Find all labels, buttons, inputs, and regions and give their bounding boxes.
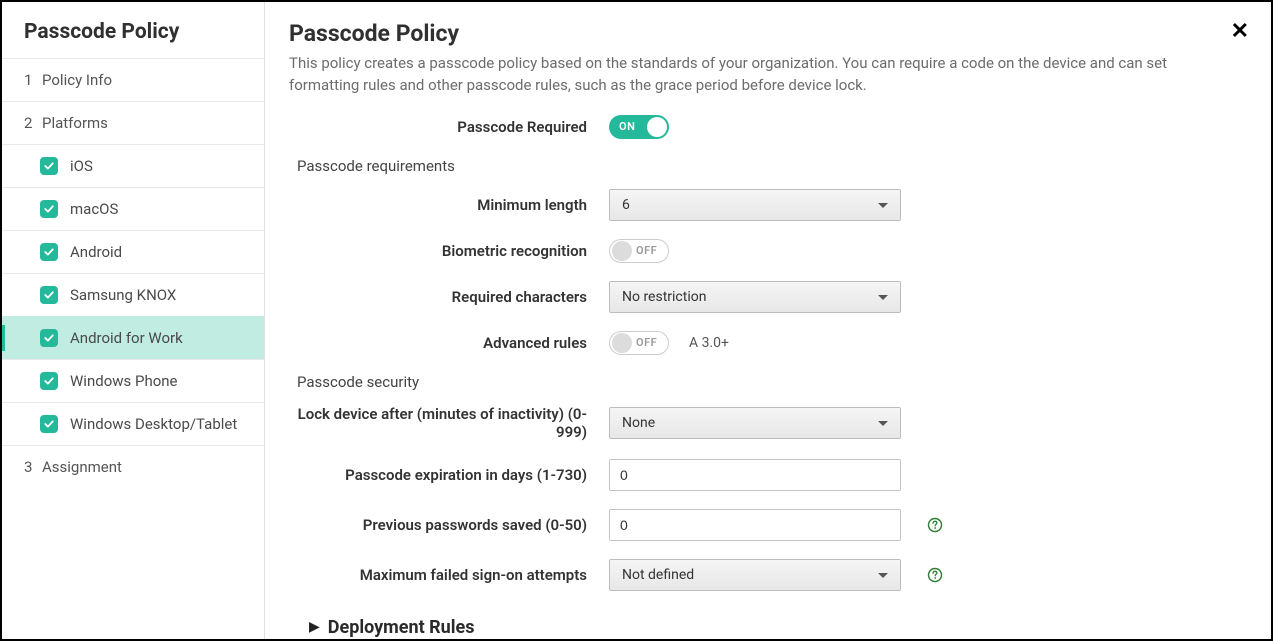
policy-editor: Passcode Policy 1 Policy Info 2 Platform… xyxy=(0,0,1273,641)
toggle-knob xyxy=(612,333,632,353)
deployment-rules-title: Deployment Rules xyxy=(328,617,475,638)
check-icon xyxy=(40,286,58,304)
platform-ios[interactable]: iOS xyxy=(2,144,264,187)
row-lock-after: Lock device after (minutes of inactivity… xyxy=(289,405,1247,441)
select-min-length[interactable]: 6 xyxy=(609,189,901,221)
label-lock-after: Lock device after (minutes of inactivity… xyxy=(289,405,609,441)
platform-label: macOS xyxy=(70,200,118,218)
label-biometric: Biometric recognition xyxy=(289,242,609,260)
platform-samsung-knox[interactable]: Samsung KNOX xyxy=(2,273,264,316)
step-label: Policy Info xyxy=(42,71,112,89)
platform-label: Windows Desktop/Tablet xyxy=(70,415,237,433)
check-icon xyxy=(40,415,58,433)
help-icon[interactable] xyxy=(927,517,943,533)
check-icon xyxy=(40,329,58,347)
step-number: 1 xyxy=(24,71,42,89)
close-button[interactable]: ✕ xyxy=(1231,18,1249,44)
select-value: No restriction xyxy=(622,289,706,305)
select-value: 6 xyxy=(622,197,630,213)
platform-label: Android xyxy=(70,243,122,261)
select-value: None xyxy=(622,415,655,431)
toggle-knob xyxy=(647,117,667,137)
step-number: 2 xyxy=(24,114,42,132)
label-expiration: Passcode expiration in days (1-730) xyxy=(289,466,609,484)
row-advanced: Advanced rules OFF A 3.0+ xyxy=(289,331,1247,355)
step-assignment[interactable]: 3 Assignment xyxy=(2,445,264,488)
toggle-passcode-required[interactable]: ON xyxy=(609,115,669,139)
select-required-chars[interactable]: No restriction xyxy=(609,281,901,313)
step-label: Assignment xyxy=(42,458,122,476)
toggle-state-label: OFF xyxy=(636,244,657,257)
toggle-state-label: OFF xyxy=(636,336,657,349)
label-required-chars: Required characters xyxy=(289,288,609,306)
deployment-rules-header[interactable]: ▶ Deployment Rules xyxy=(289,617,1247,638)
platform-label: iOS xyxy=(70,157,93,175)
step-number: 3 xyxy=(24,458,42,476)
row-previous-saved: Previous passwords saved (0-50) xyxy=(289,509,1247,541)
toggle-biometric[interactable]: OFF xyxy=(609,239,669,263)
platform-android-for-work[interactable]: Android for Work xyxy=(2,316,264,359)
check-icon xyxy=(40,200,58,218)
row-passcode-required: Passcode Required ON xyxy=(289,115,1247,139)
label-min-length: Minimum length xyxy=(289,196,609,214)
section-passcode-security: Passcode security xyxy=(297,373,1247,391)
select-max-failed[interactable]: Not defined xyxy=(609,559,901,591)
main-panel: ✕ Passcode Policy This policy creates a … xyxy=(265,2,1271,639)
page-title: Passcode Policy xyxy=(289,20,1247,47)
label-passcode-required: Passcode Required xyxy=(289,118,609,136)
platform-macos[interactable]: macOS xyxy=(2,187,264,230)
row-max-failed: Maximum failed sign-on attempts Not defi… xyxy=(289,559,1247,591)
platform-label: Samsung KNOX xyxy=(70,286,176,304)
section-passcode-requirements: Passcode requirements xyxy=(297,157,1247,175)
input-expiration[interactable] xyxy=(609,459,901,491)
help-icon[interactable] xyxy=(927,567,943,583)
input-previous-saved[interactable] xyxy=(609,509,901,541)
platform-label: Windows Phone xyxy=(70,372,178,390)
check-icon xyxy=(40,243,58,261)
platform-android[interactable]: Android xyxy=(2,230,264,273)
step-policy-info[interactable]: 1 Policy Info xyxy=(2,58,264,101)
toggle-state-label: ON xyxy=(619,120,635,133)
hint-advanced: A 3.0+ xyxy=(689,335,729,351)
select-lock-after[interactable]: None xyxy=(609,407,901,439)
row-min-length: Minimum length 6 xyxy=(289,189,1247,221)
toggle-knob xyxy=(612,241,632,261)
row-required-chars: Required characters No restriction xyxy=(289,281,1247,313)
check-icon xyxy=(40,157,58,175)
label-advanced: Advanced rules xyxy=(289,334,609,352)
form: Passcode Required ON Passcode requiremen… xyxy=(289,115,1247,591)
platform-windows-desktop-tablet[interactable]: Windows Desktop/Tablet xyxy=(2,402,264,445)
platform-label: Android for Work xyxy=(70,329,183,347)
select-value: Not defined xyxy=(622,567,694,583)
label-previous-saved: Previous passwords saved (0-50) xyxy=(289,516,609,534)
caret-right-icon: ▶ xyxy=(309,619,320,635)
platform-windows-phone[interactable]: Windows Phone xyxy=(2,359,264,402)
sidebar: Passcode Policy 1 Policy Info 2 Platform… xyxy=(2,2,265,639)
toggle-advanced[interactable]: OFF xyxy=(609,331,669,355)
row-biometric: Biometric recognition OFF xyxy=(289,239,1247,263)
sidebar-title: Passcode Policy xyxy=(2,2,264,58)
step-label: Platforms xyxy=(42,114,108,132)
step-platforms[interactable]: 2 Platforms xyxy=(2,101,264,144)
row-expiration: Passcode expiration in days (1-730) xyxy=(289,459,1247,491)
label-max-failed: Maximum failed sign-on attempts xyxy=(289,566,609,584)
check-icon xyxy=(40,372,58,390)
page-description: This policy creates a passcode policy ba… xyxy=(289,53,1209,97)
